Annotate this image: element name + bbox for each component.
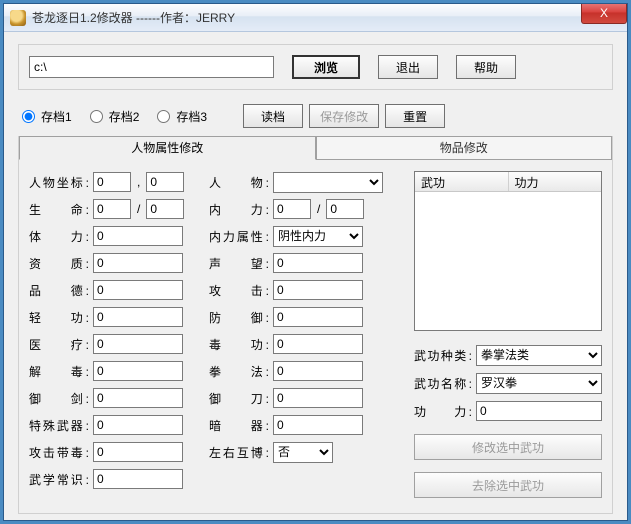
close-button[interactable]: X: [581, 4, 627, 24]
label-yujian: 御 剑: [29, 390, 89, 407]
input-coord-y[interactable]: [146, 172, 184, 192]
window-title: 苍龙逐日1.2修改器 ------作者：JERRY: [32, 9, 235, 26]
label-wgmc: 武功名称: [414, 375, 472, 392]
input-pinde[interactable]: [93, 280, 183, 300]
input-zizhi[interactable]: [93, 253, 183, 273]
tab-container: 人物属性修改 物品修改 人物坐标 , 生 命 /: [18, 136, 613, 514]
input-life-max[interactable]: [146, 199, 184, 219]
reset-button[interactable]: 重置: [385, 104, 445, 128]
neili-slash: /: [315, 202, 322, 216]
modify-skill-button[interactable]: 修改选中武功: [414, 434, 602, 460]
input-neili-cur[interactable]: [273, 199, 311, 219]
input-neili-max[interactable]: [326, 199, 364, 219]
label-neili: 内 力: [209, 201, 269, 218]
label-teshu: 特殊武器: [29, 417, 89, 434]
input-anqi[interactable]: [273, 415, 363, 435]
label-yudao: 御 刀: [209, 390, 269, 407]
path-panel: 浏览 退出 帮助: [18, 44, 613, 90]
input-tili[interactable]: [93, 226, 183, 246]
input-quanfa[interactable]: [273, 361, 363, 381]
input-coord-x[interactable]: [93, 172, 131, 192]
input-yujian[interactable]: [93, 388, 183, 408]
label-qinggong: 轻 功: [29, 309, 89, 326]
skill-col-name[interactable]: 武功: [415, 172, 509, 191]
exit-button[interactable]: 退出: [378, 55, 438, 79]
app-icon: [10, 10, 26, 26]
label-renwu: 人 物: [209, 174, 269, 191]
life-slash: /: [135, 202, 142, 216]
save-changes-button[interactable]: 保存修改: [309, 104, 379, 128]
input-yiliao[interactable]: [93, 334, 183, 354]
mid-column: 人 物 内 力 / 内力属性 阴性内力: [209, 171, 404, 507]
input-life-cur[interactable]: [93, 199, 131, 219]
skill-list-header: 武功 功力: [415, 172, 601, 192]
input-shengwang[interactable]: [273, 253, 363, 273]
input-dugong[interactable]: [273, 334, 363, 354]
label-shengwang: 声 望: [209, 255, 269, 272]
left-column: 人物坐标 , 生 命 / 体 力 资 质 品 德 轻 功: [29, 171, 199, 507]
input-yudao[interactable]: [273, 388, 363, 408]
label-gongli: 功 力: [414, 403, 472, 420]
label-jiedu: 解 毒: [29, 363, 89, 380]
label-wxcs: 武学常识: [29, 471, 89, 488]
load-button[interactable]: 读档: [243, 104, 303, 128]
save-slot-row: 存档1 存档2 存档3 读档 保存修改 重置: [18, 102, 613, 136]
save-slot-1[interactable]: 存档1: [22, 108, 72, 125]
label-fangyu: 防 御: [209, 309, 269, 326]
coord-comma: ,: [135, 175, 142, 189]
input-teshu[interactable]: [93, 415, 183, 435]
label-life: 生 命: [29, 201, 89, 218]
save-slot-2[interactable]: 存档2: [90, 108, 140, 125]
input-wxcs[interactable]: [93, 469, 183, 489]
save-slot-3-label: 存档3: [176, 108, 207, 125]
label-wgzl: 武功种类: [414, 347, 472, 364]
skill-col-power[interactable]: 功力: [509, 172, 602, 191]
save-slot-1-label: 存档1: [41, 108, 72, 125]
label-quanfa: 拳 法: [209, 363, 269, 380]
tab-items[interactable]: 物品修改: [316, 136, 613, 160]
label-gjdd: 攻击带毒: [29, 444, 89, 461]
label-zizhi: 资 质: [29, 255, 89, 272]
input-qinggong[interactable]: [93, 307, 183, 327]
save-slot-2-radio[interactable]: [90, 110, 103, 123]
label-dugong: 毒 功: [209, 336, 269, 353]
titlebar: 苍龙逐日1.2修改器 ------作者：JERRY X: [4, 4, 627, 32]
label-nlsx: 内力属性: [209, 228, 269, 245]
label-pinde: 品 德: [29, 282, 89, 299]
tab-character[interactable]: 人物属性修改: [19, 136, 316, 160]
help-button[interactable]: 帮助: [456, 55, 516, 79]
select-renwu[interactable]: [273, 172, 383, 193]
right-column: 武功 功力 武功种类 拳掌法类 武功名称: [414, 171, 602, 507]
select-nlsx[interactable]: 阴性内力: [273, 226, 363, 247]
input-gjdd[interactable]: [93, 442, 183, 462]
select-zyhb[interactable]: 否: [273, 442, 333, 463]
select-wgmc[interactable]: 罗汉拳: [476, 373, 602, 394]
input-gongli[interactable]: [476, 401, 602, 421]
label-anqi: 暗 器: [209, 417, 269, 434]
input-gongji[interactable]: [273, 280, 363, 300]
remove-skill-button[interactable]: 去除选中武功: [414, 472, 602, 498]
input-jiedu[interactable]: [93, 361, 183, 381]
label-coord: 人物坐标: [29, 174, 89, 191]
skill-list[interactable]: 武功 功力: [414, 171, 602, 331]
path-input[interactable]: [29, 56, 274, 78]
label-tili: 体 力: [29, 228, 89, 245]
save-slot-3-radio[interactable]: [157, 110, 170, 123]
save-slot-3[interactable]: 存档3: [157, 108, 207, 125]
label-gongji: 攻 击: [209, 282, 269, 299]
save-slot-1-radio[interactable]: [22, 110, 35, 123]
label-yiliao: 医 疗: [29, 336, 89, 353]
label-zyhb: 左右互博: [209, 444, 269, 461]
save-slot-2-label: 存档2: [109, 108, 140, 125]
browse-button[interactable]: 浏览: [292, 55, 360, 79]
input-fangyu[interactable]: [273, 307, 363, 327]
select-wgzl[interactable]: 拳掌法类: [476, 345, 602, 366]
